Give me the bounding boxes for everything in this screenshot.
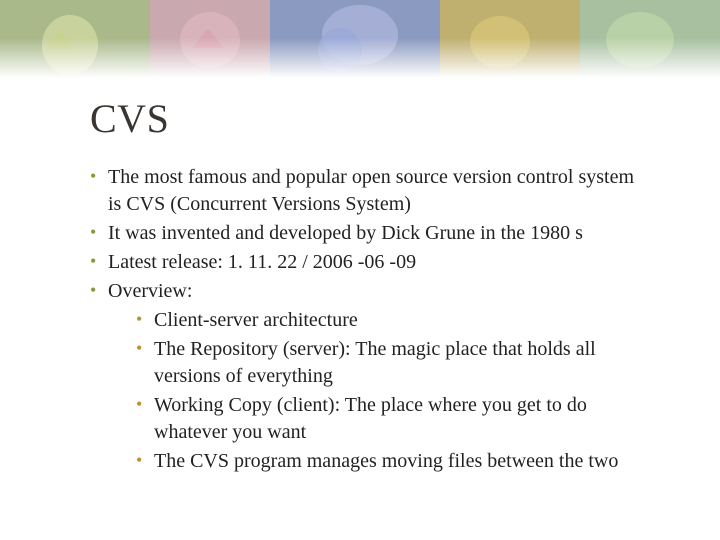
bullet-item: It was invented and developed by Dick Gr… — [90, 220, 650, 247]
bullet-list: The most famous and popular open source … — [90, 164, 650, 475]
sub-bullet-item: The Repository (server): The magic place… — [136, 336, 650, 390]
slide-title: CVS — [90, 95, 650, 142]
sub-bullet-item: The CVS program manages moving files bet… — [136, 448, 650, 475]
sub-bullet-item: Working Copy (client): The place where y… — [136, 392, 650, 446]
bullet-text: Overview: — [108, 280, 192, 302]
decorative-banner — [0, 0, 720, 78]
sub-bullet-list: Client-server architecture The Repositor… — [136, 307, 650, 475]
bullet-item: The most famous and popular open source … — [90, 164, 650, 218]
slide-content: CVS The most famous and popular open sou… — [90, 95, 650, 477]
bullet-item: Latest release: 1. 11. 22 / 2006 -06 -09 — [90, 249, 650, 276]
bullet-item: Overview: Client-server architecture The… — [90, 278, 650, 475]
sub-bullet-item: Client-server architecture — [136, 307, 650, 334]
slide: CVS The most famous and popular open sou… — [0, 0, 720, 540]
